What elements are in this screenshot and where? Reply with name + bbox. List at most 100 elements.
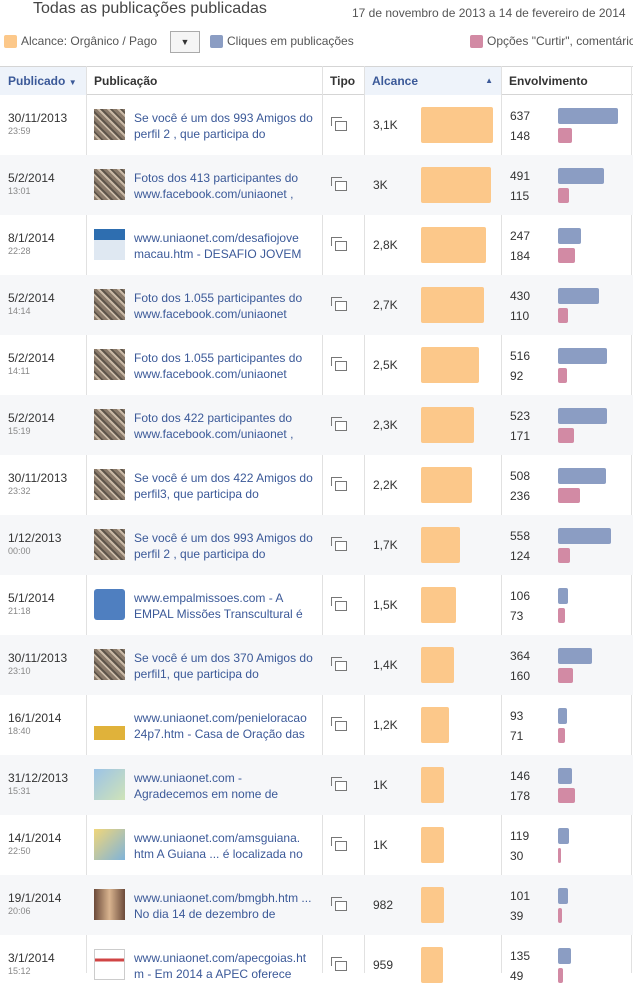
clicks-bar[interactable] (558, 588, 568, 604)
column-engagement[interactable]: Envolvimento (501, 67, 633, 95)
clicks-bar[interactable] (558, 528, 611, 544)
clicks-bar[interactable] (558, 888, 568, 904)
post-link[interactable]: Fotos dos 413 participantes do www.faceb… (134, 170, 314, 202)
post-link[interactable]: www.uniaonet.com/penieloracao 24p7.htm -… (134, 710, 314, 742)
table-row[interactable]: 5/2/2014 14:11 Foto dos 1.055 participante… (0, 335, 633, 395)
clicks-bar[interactable] (558, 228, 581, 244)
table-row[interactable]: 8/1/2014 22:28 www.uniaonet.com/desafiojov… (0, 215, 633, 275)
post-thumbnail[interactable] (94, 169, 125, 200)
post-thumbnail[interactable] (94, 589, 125, 620)
legend-likes[interactable]: Opções "Curtir", comentários (470, 34, 633, 48)
post-link[interactable]: Se você é um dos 993 Amigos do perfil 2 … (134, 530, 314, 562)
table-row[interactable]: 19/1/2014 20:06 www.uniaonet.com/bmgbh.htm… (0, 875, 633, 935)
column-reach[interactable]: Alcance ▲ (364, 67, 501, 95)
reach-bar[interactable] (421, 467, 472, 503)
clicks-bar[interactable] (558, 288, 599, 304)
post-link[interactable]: www.uniaonet.com/desafiojove macau.htm -… (134, 230, 314, 262)
likes-bar[interactable] (558, 848, 561, 863)
legend-reach[interactable]: Alcance: Orgânico / Pago ▼ (4, 31, 200, 53)
column-type[interactable]: Tipo (322, 67, 364, 95)
likes-bar[interactable] (558, 368, 567, 383)
reach-bar[interactable] (421, 527, 460, 563)
clicks-bar[interactable] (558, 948, 571, 964)
likes-bar[interactable] (558, 728, 565, 743)
post-thumbnail[interactable] (94, 349, 125, 380)
reach-bar[interactable] (421, 227, 486, 263)
table-row[interactable]: 5/2/2014 13:01 Fotos dos 413 participantes… (0, 155, 633, 215)
clicks-bar[interactable] (558, 708, 567, 724)
column-post[interactable]: Publicação (86, 67, 322, 95)
column-published[interactable]: Publicado ▼ (0, 67, 86, 95)
post-thumbnail[interactable] (94, 649, 125, 680)
table-row[interactable]: 30/11/2013 23:10 Se você é um dos 370 Amig… (0, 635, 633, 695)
reach-bar[interactable] (421, 827, 444, 863)
reach-bar[interactable] (421, 587, 456, 623)
post-link[interactable]: www.empalmissoes.com - A EMPAL Missões T… (134, 590, 314, 622)
table-row[interactable]: 30/11/2013 23:59 Se você é um dos 993 Amig… (0, 95, 633, 155)
clicks-bar[interactable] (558, 408, 607, 424)
post-link[interactable]: www.uniaonet.com - Agradecemos em nome d… (134, 770, 314, 802)
table-row[interactable]: 1/12/2013 00:00 Se você é um dos 993 Amigo… (0, 515, 633, 575)
post-link[interactable]: Foto dos 1.055 participantes do www.face… (134, 350, 314, 382)
post-link[interactable]: www.uniaonet.com/bmgbh.htm ... No dia 14… (134, 890, 314, 922)
post-thumbnail[interactable] (94, 709, 125, 740)
post-link[interactable]: Se você é um dos 422 Amigos do perfil3, … (134, 470, 314, 502)
reach-bar[interactable] (421, 407, 474, 443)
likes-bar[interactable] (558, 788, 575, 803)
clicks-bar[interactable] (558, 348, 607, 364)
clicks-bar[interactable] (558, 168, 604, 184)
table-row[interactable]: 31/12/2013 15:31 www.uniaonet.com - Agrade… (0, 755, 633, 815)
post-thumbnail[interactable] (94, 229, 125, 260)
date-range[interactable]: 17 de novembro de 2013 a 14 de fevereiro… (352, 6, 626, 20)
table-row[interactable]: 14/1/2014 22:50 www.uniaonet.com/amsguiana… (0, 815, 633, 875)
likes-bar[interactable] (558, 608, 565, 623)
reach-type-dropdown[interactable]: ▼ (170, 31, 200, 53)
likes-bar[interactable] (558, 308, 568, 323)
table-row[interactable]: 5/2/2014 15:19 Foto dos 422 participantes … (0, 395, 633, 455)
clicks-bar[interactable] (558, 768, 572, 784)
post-thumbnail[interactable] (94, 469, 125, 500)
post-link[interactable]: Se você é um dos 993 Amigos do perfil 2 … (134, 110, 314, 142)
post-thumbnail[interactable] (94, 289, 125, 320)
likes-bar[interactable] (558, 188, 569, 203)
reach-bar[interactable] (421, 107, 493, 143)
likes-bar[interactable] (558, 908, 562, 923)
post-link[interactable]: Foto dos 422 participantes do www.facebo… (134, 410, 314, 442)
table-row[interactable]: 30/11/2013 23:32 Se você é um dos 422 Amig… (0, 455, 633, 515)
post-thumbnail[interactable] (94, 109, 125, 140)
reach-bar[interactable] (421, 167, 491, 203)
post-link[interactable]: www.uniaonet.com/amsguiana. htm A Guiana… (134, 830, 314, 862)
clicks-bar[interactable] (558, 648, 592, 664)
likes-bar[interactable] (558, 548, 570, 563)
post-link[interactable]: Foto dos 1.055 participantes do www.face… (134, 290, 314, 322)
reach-bar[interactable] (421, 707, 449, 743)
post-thumbnail[interactable] (94, 409, 125, 440)
reach-bar[interactable] (421, 647, 454, 683)
table-row[interactable]: 16/1/2014 18:40 www.uniaonet.com/penielora… (0, 695, 633, 755)
table-row[interactable]: 3/1/2014 15:12 www.uniaonet.com/apecgoias.… (0, 935, 633, 995)
likes-bar[interactable] (558, 488, 580, 503)
post-thumbnail[interactable] (94, 769, 125, 800)
post-link[interactable]: Se você é um dos 370 Amigos do perfil1, … (134, 650, 314, 682)
reach-bar[interactable] (421, 887, 444, 923)
clicks-bar[interactable] (558, 468, 606, 484)
post-link[interactable]: www.uniaonet.com/apecgoias.ht m - Em 201… (134, 950, 314, 982)
reach-bar[interactable] (421, 347, 479, 383)
reach-bar[interactable] (421, 287, 484, 323)
likes-bar[interactable] (558, 668, 573, 683)
clicks-bar[interactable] (558, 828, 569, 844)
reach-bar[interactable] (421, 767, 444, 803)
clicks-bar[interactable] (558, 108, 618, 124)
post-thumbnail[interactable] (94, 949, 125, 980)
post-thumbnail[interactable] (94, 829, 125, 860)
legend-clicks[interactable]: Cliques em publicações (210, 34, 354, 48)
table-row[interactable]: 5/2/2014 14:14 Foto dos 1.055 participante… (0, 275, 633, 335)
post-thumbnail[interactable] (94, 889, 125, 920)
likes-bar[interactable] (558, 428, 574, 443)
likes-bar[interactable] (558, 248, 575, 263)
post-thumbnail[interactable] (94, 529, 125, 560)
table-row[interactable]: 5/1/2014 21:18 www.empalmissoes.com - A EM… (0, 575, 633, 635)
likes-bar[interactable] (558, 128, 572, 143)
reach-bar[interactable] (421, 947, 443, 983)
likes-bar[interactable] (558, 968, 563, 983)
